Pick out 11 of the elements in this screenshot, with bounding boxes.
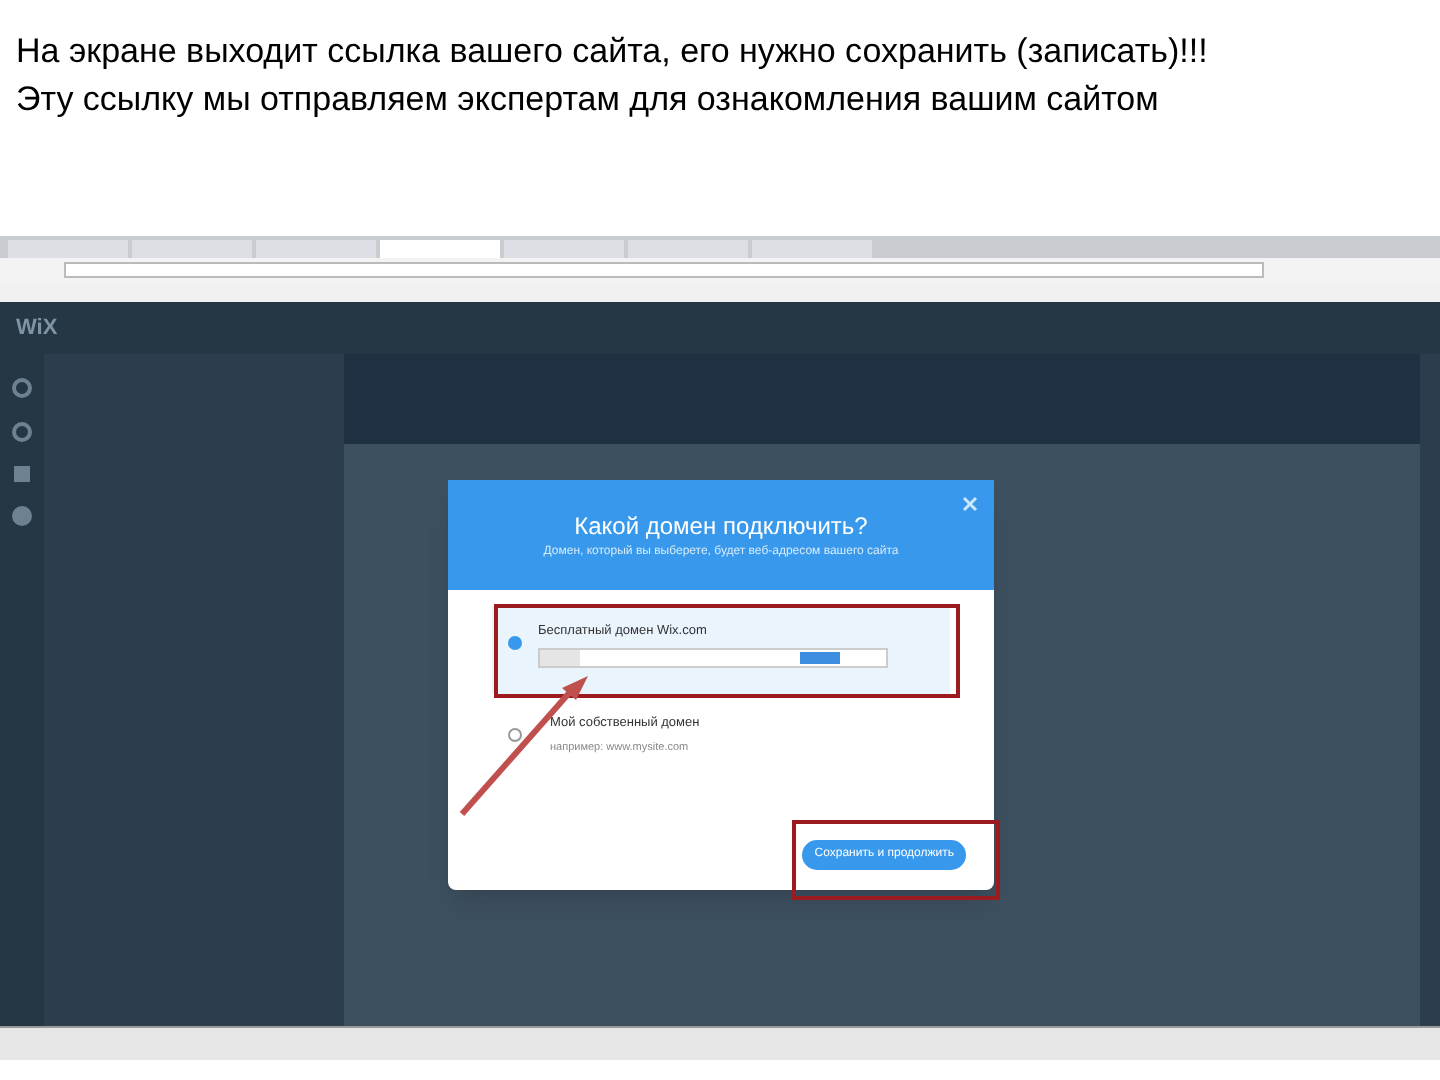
close-icon[interactable] [962, 496, 978, 512]
radio-button[interactable] [508, 636, 522, 650]
dialog-title: Какой домен подключить? [574, 510, 868, 544]
caption-text: На экране выходит ссылка вашего сайта, его нужно сохранить (записать)!!! [16, 30, 1210, 74]
radio-button[interactable] [508, 728, 522, 742]
tool-icon[interactable] [12, 378, 32, 398]
tool-icon[interactable] [12, 422, 32, 442]
tool-icon[interactable] [12, 506, 32, 526]
wix-logo: WiX [16, 313, 58, 344]
url-field[interactable] [538, 647, 888, 668]
caption-text: Эту ссылку мы отправляем экспертам для ознакомления вашим сайтом [16, 78, 1161, 122]
